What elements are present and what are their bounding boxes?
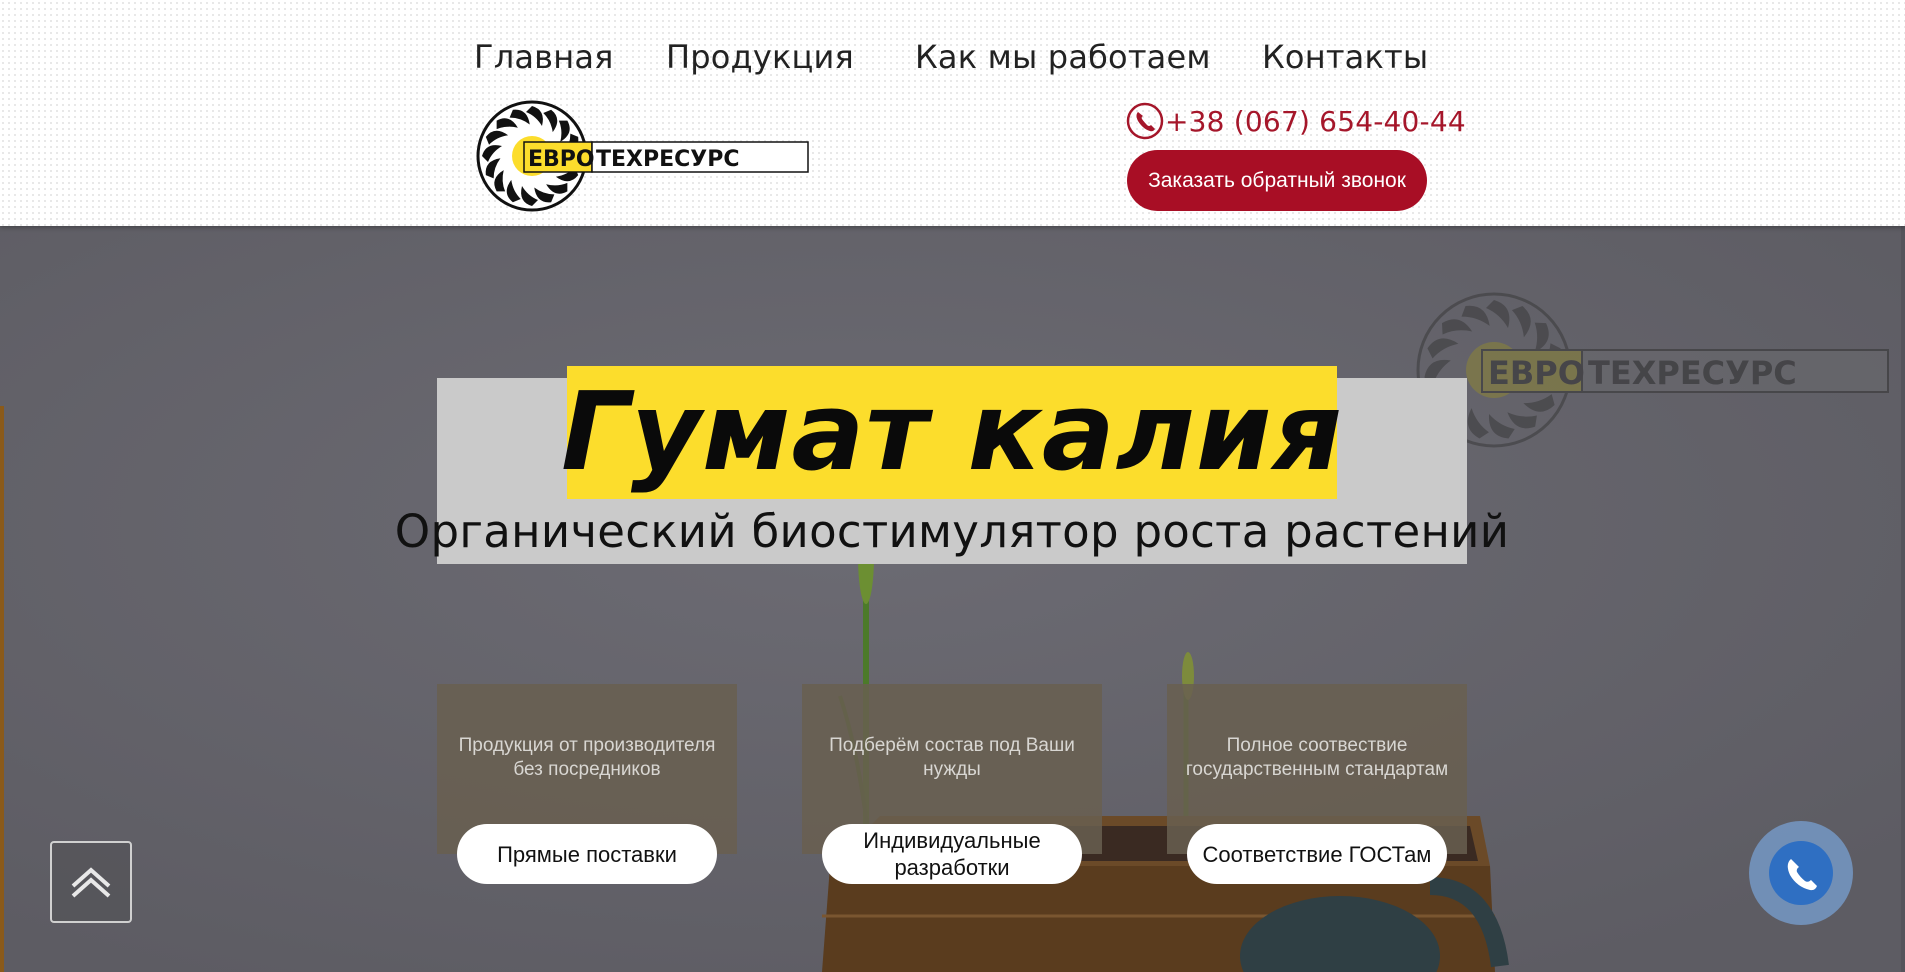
svg-text:ТЕХРЕСУРС: ТЕХРЕСУРС bbox=[596, 147, 740, 172]
company-logo[interactable]: ЕВРО ТЕХРЕСУРС bbox=[476, 100, 812, 212]
phone-number[interactable]: +38 (067) 654-40-44 bbox=[1165, 105, 1466, 138]
svg-text:ТЕХРЕСУРС: ТЕХРЕСУРС bbox=[1588, 354, 1797, 392]
nav-item-contacts[interactable]: Контакты bbox=[1262, 38, 1428, 76]
feature-text: Полное соотвествие государственным станд… bbox=[1185, 735, 1449, 780]
custom-development-button[interactable]: Индивидуальные разработки bbox=[822, 824, 1082, 884]
feature-text: Продукция от производителя без посредник… bbox=[458, 735, 716, 780]
watermark-logo: ЕВРО ТЕХРЕСУРС bbox=[1416, 292, 1889, 448]
phone-icon bbox=[1126, 102, 1164, 140]
page-title: Гумат калия bbox=[561, 370, 1343, 495]
scroll-to-top-button[interactable] bbox=[50, 841, 132, 923]
call-button[interactable] bbox=[1749, 821, 1853, 925]
direct-supply-button[interactable]: Прямые поставки bbox=[457, 824, 717, 884]
hero-section: ЕВРО ТЕХРЕСУРС Гумат калия Органический … bbox=[0, 226, 1905, 972]
request-callback-button[interactable]: Заказать обратный звонок bbox=[1127, 150, 1427, 211]
svg-text:ЕВРО: ЕВРО bbox=[528, 147, 595, 172]
nav-item-home[interactable]: Главная bbox=[474, 38, 614, 76]
chevron-up-icon bbox=[71, 867, 111, 898]
nav-item-products[interactable]: Продукция bbox=[666, 38, 854, 76]
page-subtitle: Органический биостимулятор роста растени… bbox=[394, 504, 1510, 558]
phone-contact[interactable]: +38 (067) 654-40-44 bbox=[1126, 101, 1466, 141]
svg-text:ЕВРО: ЕВРО bbox=[1488, 354, 1585, 392]
phone-icon bbox=[1787, 859, 1817, 891]
feature-text: Подберём состав под Ваши нужды bbox=[829, 735, 1075, 780]
gost-compliance-button[interactable]: Соответствие ГОСТам bbox=[1187, 824, 1447, 884]
nav-item-how-we-work[interactable]: Как мы работаем bbox=[915, 38, 1211, 76]
site-header: Главная Продукция Как мы работаем Контак… bbox=[0, 0, 1905, 226]
